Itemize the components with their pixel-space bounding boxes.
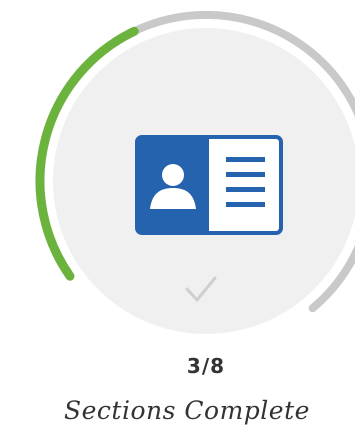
sections-count: 3/8 <box>186 354 226 378</box>
progress-widget: 3/8 Sections Complete <box>0 0 355 442</box>
sections-caption: Sections Complete <box>64 396 310 425</box>
id-card-icon <box>135 135 283 235</box>
